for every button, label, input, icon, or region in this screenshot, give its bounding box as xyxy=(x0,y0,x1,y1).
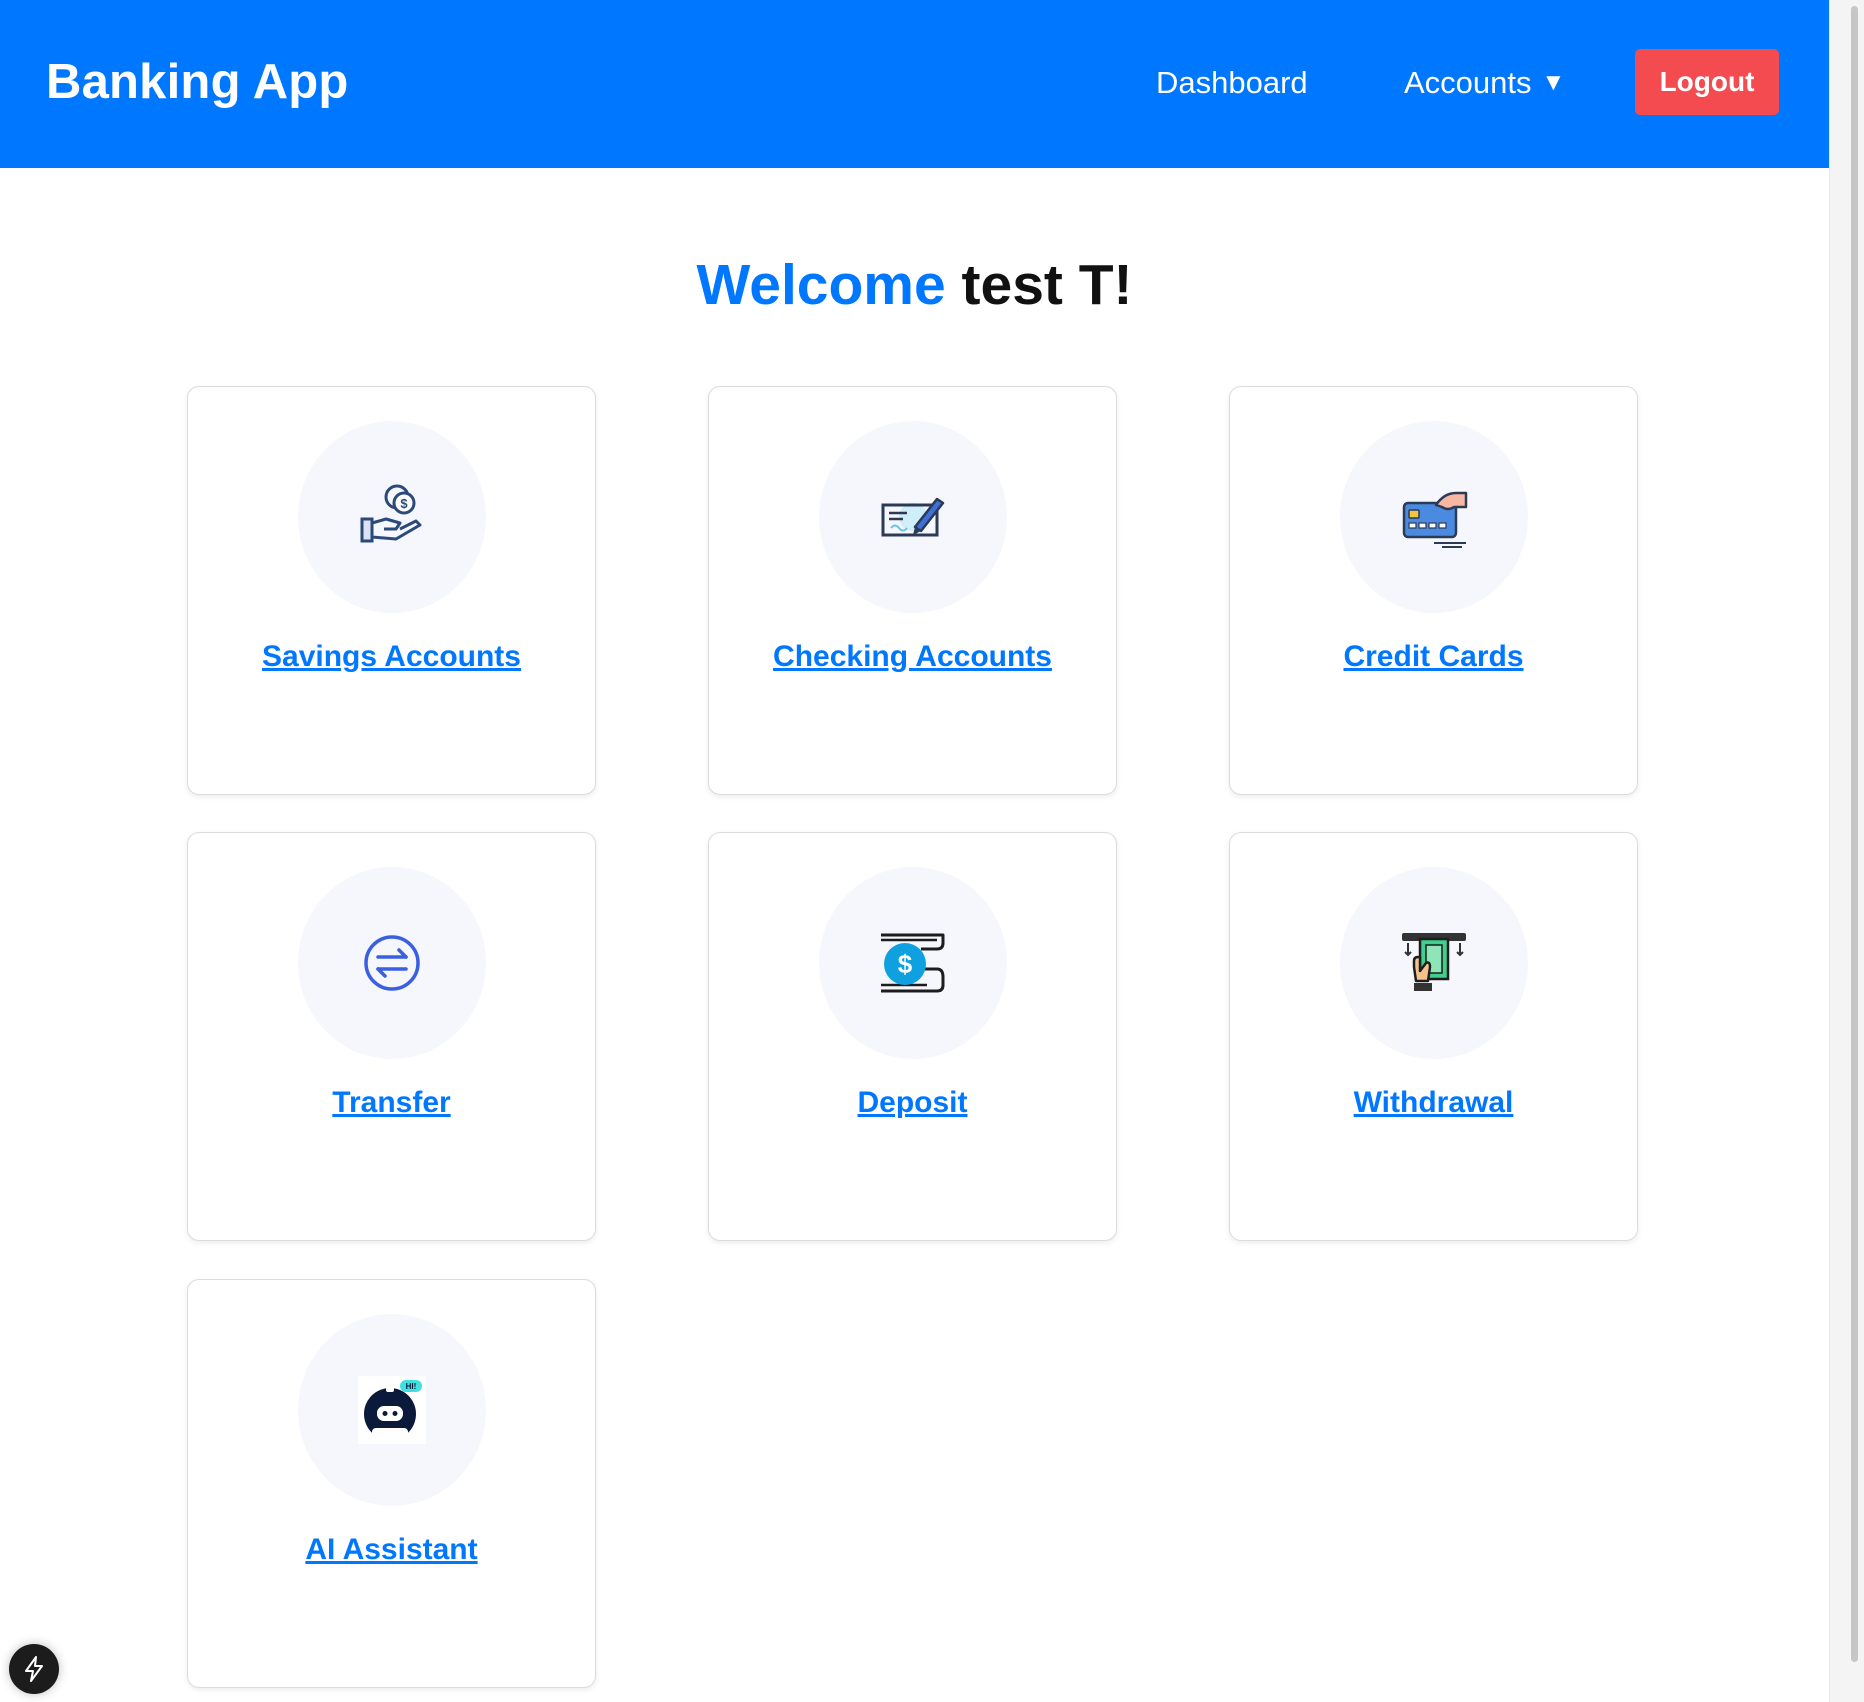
icon-circle xyxy=(1340,421,1528,613)
robot-assistant-icon: HI! xyxy=(358,1376,426,1444)
icon-circle: $ xyxy=(298,421,486,613)
icon-circle: $ xyxy=(819,867,1007,1059)
welcome-heading: Welcome test T! xyxy=(0,252,1829,318)
svg-text:$: $ xyxy=(898,949,913,979)
logout-button[interactable]: Logout xyxy=(1635,49,1779,115)
nav-dashboard-label: Dashboard xyxy=(1156,65,1308,100)
welcome-greeting: Welcome xyxy=(696,253,946,317)
banking-dashboard-page: Banking App Dashboard Accounts ▼ Logout W… xyxy=(0,0,1864,1702)
dev-tools-button[interactable] xyxy=(9,1644,59,1694)
brand-title[interactable]: Banking App xyxy=(46,53,349,111)
transfer-card[interactable]: Transfer xyxy=(187,832,596,1241)
savings-accounts-link[interactable]: Savings Accounts xyxy=(188,639,595,675)
nav-accounts-dropdown[interactable]: Accounts ▼ xyxy=(1404,64,1565,102)
deposit-link[interactable]: Deposit xyxy=(709,1085,1116,1121)
top-navbar: Banking App Dashboard Accounts ▼ Logout xyxy=(0,0,1829,168)
svg-text:HI!: HI! xyxy=(406,1382,417,1391)
deposit-dollar-icon: $ xyxy=(881,933,945,993)
nav-accounts-label: Accounts xyxy=(1404,65,1532,100)
scrollbar-thumb[interactable] xyxy=(1851,6,1858,1662)
ai-assistant-link[interactable]: AI Assistant xyxy=(188,1532,595,1568)
credit-cards-link[interactable]: Credit Cards xyxy=(1230,639,1637,675)
icon-circle xyxy=(1340,867,1528,1059)
checking-accounts-card[interactable]: Checking Accounts xyxy=(708,386,1117,795)
check-pen-icon xyxy=(881,497,945,537)
lightning-bolt-icon xyxy=(25,1656,43,1682)
caret-down-icon: ▼ xyxy=(1541,69,1566,96)
svg-text:$: $ xyxy=(400,496,408,511)
deposit-card[interactable]: $ Deposit xyxy=(708,832,1117,1241)
transfer-arrows-icon xyxy=(364,935,420,991)
withdrawal-link[interactable]: Withdrawal xyxy=(1230,1085,1637,1121)
vertical-scrollbar[interactable] xyxy=(1829,0,1864,1702)
welcome-user-name: test T! xyxy=(961,253,1133,317)
hand-coin-icon: $ xyxy=(360,484,422,543)
withdrawal-card[interactable]: Withdrawal xyxy=(1229,832,1638,1241)
icon-circle: HI! xyxy=(298,1314,486,1506)
credit-cards-card[interactable]: Credit Cards xyxy=(1229,386,1638,795)
transfer-link[interactable]: Transfer xyxy=(188,1085,595,1121)
icon-circle xyxy=(298,867,486,1059)
nav-dashboard-link[interactable]: Dashboard xyxy=(1156,64,1308,102)
icon-circle xyxy=(819,421,1007,613)
credit-card-hand-icon xyxy=(1402,491,1468,548)
checking-accounts-link[interactable]: Checking Accounts xyxy=(709,639,1116,675)
savings-accounts-card[interactable]: $ Savings Accounts xyxy=(187,386,596,795)
atm-withdrawal-icon xyxy=(1402,933,1466,991)
ai-assistant-card[interactable]: HI! AI Assistant xyxy=(187,1279,596,1688)
